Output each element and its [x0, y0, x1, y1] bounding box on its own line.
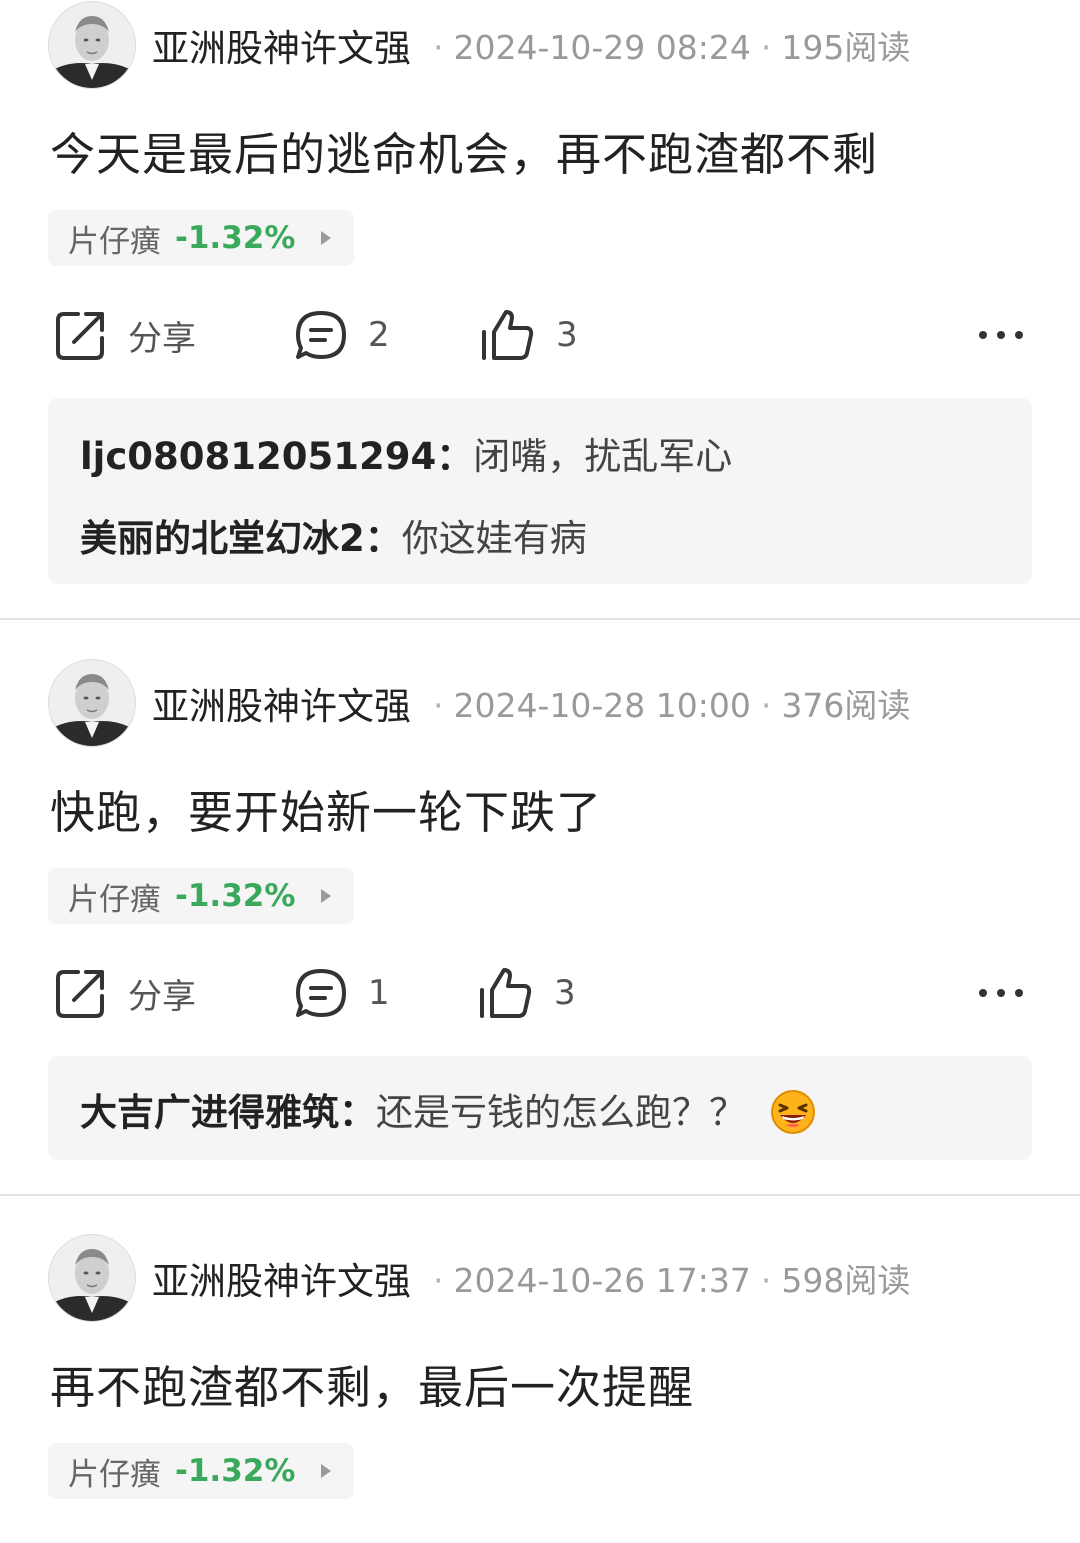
comment-user[interactable]: 大吉广进得雅筑 [80, 1091, 339, 1134]
stock-name: 片仔癀 [68, 223, 161, 260]
avatar[interactable] [48, 1, 136, 89]
comment-user[interactable]: ljc080812051294 [80, 435, 436, 478]
laughing-face-emoji [771, 1089, 815, 1134]
stock-change: -1.32% [175, 878, 296, 914]
read-count: 598阅读 [781, 1261, 911, 1300]
share-button[interactable]: 分享 [54, 958, 196, 1028]
author-name[interactable]: 亚洲股神许文强 [152, 1251, 411, 1305]
arrow-right-icon [321, 889, 332, 903]
arrow-right-icon [321, 1464, 332, 1478]
comment-list: 大吉广进得雅筑：还是亏钱的怎么跑？？ [48, 1056, 1032, 1160]
post-content[interactable]: 快跑，要开始新一轮下跌了 [50, 776, 602, 841]
action-bar: 分享 1 3 [0, 958, 1080, 1028]
stock-chip[interactable]: 片仔癀 -1.32% [48, 210, 354, 266]
post-divider [0, 1194, 1080, 1196]
stock-chip[interactable]: 片仔癀 -1.32% [48, 1443, 354, 1499]
comment-item[interactable]: ljc080812051294：闭嘴，扰乱军心 [80, 426, 732, 480]
more-icon[interactable] [978, 980, 1024, 1006]
separator-dot: · [433, 686, 444, 725]
separator-dot: · [760, 28, 772, 67]
like-button[interactable]: 3 [478, 958, 576, 1028]
share-button[interactable]: 分享 [54, 300, 196, 370]
stock-chip[interactable]: 片仔癀 -1.32% [48, 868, 354, 924]
like-count: 3 [554, 973, 576, 1013]
comment-icon [296, 311, 346, 359]
post-header: 亚洲股神许文强 · 2024-10-28 10:00 · 376阅读 [48, 658, 910, 748]
comment-button[interactable]: 2 [294, 300, 390, 370]
comment-item[interactable]: 大吉广进得雅筑：还是亏钱的怎么跑？？ [80, 1082, 816, 1136]
post-meta: · 2024-10-29 08:24 · 195阅读 [423, 21, 910, 69]
author-name[interactable]: 亚洲股神许文强 [152, 676, 411, 730]
separator-dot: · [760, 1261, 772, 1300]
post-date: 2024-10-29 08:24 [453, 28, 751, 67]
author-name[interactable]: 亚洲股神许文强 [152, 18, 411, 72]
separator-dot: · [433, 1261, 444, 1300]
stock-name: 片仔癀 [68, 1456, 161, 1493]
post-date: 2024-10-26 17:37 [453, 1261, 751, 1300]
post-content[interactable]: 再不跑渣都不剩，最后一次提醒 [50, 1351, 694, 1416]
like-count: 3 [556, 315, 578, 355]
post-divider [0, 618, 1080, 620]
comment-list: ljc080812051294：闭嘴，扰乱军心 美丽的北堂幻冰2：你这娃有病 [48, 398, 1032, 584]
comment-text: 你这娃有病 [401, 517, 587, 560]
thumbs-up-icon [482, 310, 534, 360]
post-meta: · 2024-10-28 10:00 · 376阅读 [423, 679, 910, 727]
thumbs-up-icon [480, 968, 532, 1018]
read-count: 376阅读 [781, 686, 911, 725]
comment-text: 还是亏钱的怎么跑？？ [376, 1091, 746, 1134]
share-icon [56, 970, 104, 1018]
like-button[interactable]: 3 [480, 300, 578, 370]
avatar[interactable] [48, 1234, 136, 1322]
separator-dot: · [760, 686, 772, 725]
stock-change: -1.32% [175, 1453, 296, 1489]
action-bar: 分享 2 3 [0, 300, 1080, 370]
separator-dot: · [433, 28, 444, 67]
comment-text: 闭嘴，扰乱军心 [473, 435, 733, 478]
post-date: 2024-10-28 10:00 [453, 686, 751, 725]
comment-item[interactable]: 美丽的北堂幻冰2：你这娃有病 [80, 508, 587, 562]
share-label: 分享 [128, 976, 196, 1017]
comment-separator: ： [364, 517, 402, 560]
comment-separator: ： [436, 435, 474, 478]
comment-separator: ： [339, 1091, 376, 1134]
post-header: 亚洲股神许文强 · 2024-10-29 08:24 · 195阅读 [48, 0, 910, 90]
comment-button[interactable]: 1 [294, 958, 390, 1028]
share-icon [56, 312, 104, 360]
comment-count: 2 [368, 315, 390, 355]
comment-user[interactable]: 美丽的北堂幻冰2 [80, 517, 365, 560]
comment-count: 1 [368, 973, 390, 1013]
share-label: 分享 [128, 318, 196, 359]
post-meta: · 2024-10-26 17:37 · 598阅读 [423, 1254, 910, 1302]
comment-icon [296, 969, 346, 1017]
post-content[interactable]: 今天是最后的逃命机会，再不跑渣都不剩 [50, 118, 878, 183]
post-header: 亚洲股神许文强 · 2024-10-26 17:37 · 598阅读 [48, 1233, 910, 1323]
avatar[interactable] [48, 659, 136, 747]
arrow-right-icon [321, 231, 332, 245]
stock-change: -1.32% [175, 220, 296, 256]
stock-name: 片仔癀 [68, 881, 161, 918]
read-count: 195阅读 [781, 28, 911, 67]
more-icon[interactable] [978, 322, 1024, 348]
